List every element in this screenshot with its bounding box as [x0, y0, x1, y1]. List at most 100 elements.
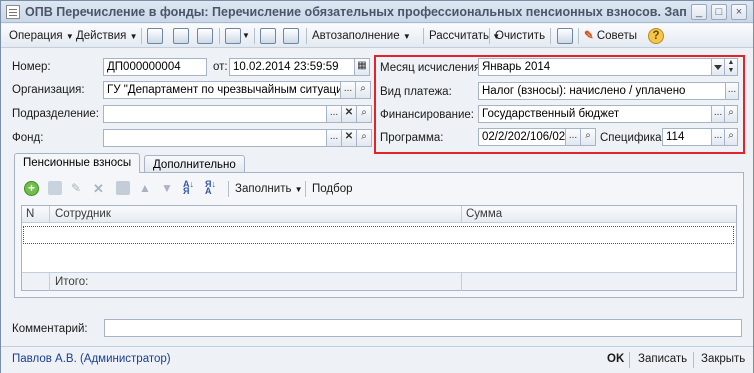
comment-field[interactable]: [104, 319, 742, 337]
calendar-icon[interactable]: ▦: [354, 58, 370, 76]
based-on-icon[interactable]: [225, 28, 241, 44]
table-row[interactable]: [23, 226, 734, 244]
clear-icon[interactable]: ✕: [341, 129, 357, 147]
open-search-icon[interactable]: ⌕: [356, 105, 372, 123]
financing-field[interactable]: Государственный бюджет: [478, 105, 712, 123]
end-edit-icon[interactable]: [116, 181, 130, 195]
chevron-down-icon: [714, 65, 722, 70]
move-down-icon[interactable]: ▼: [161, 181, 175, 195]
dropdown-button[interactable]: [711, 58, 725, 76]
open-search-icon[interactable]: ⌕: [580, 128, 596, 146]
select-button[interactable]: Подбор: [312, 183, 353, 195]
select-ellipsis-button[interactable]: ...: [711, 105, 725, 123]
current-user-link[interactable]: Павлов А.В. (Администратор): [12, 353, 171, 365]
open-search-icon[interactable]: ⌕: [355, 81, 371, 99]
actions-menu[interactable]: Действия ▼: [76, 27, 138, 45]
payment-type-field[interactable]: Налог (взносы): начислено / уплачено: [478, 82, 726, 100]
month-select[interactable]: Январь 2014: [478, 58, 712, 76]
open-search-icon[interactable]: ⌕: [724, 105, 738, 123]
chevron-down-icon[interactable]: ▼: [242, 27, 250, 45]
toolbar-divider: [489, 28, 490, 44]
close-button[interactable]: ×: [731, 4, 747, 20]
column-divider: [49, 206, 50, 223]
operation-menu-label: Операция: [9, 30, 63, 42]
status-divider: [693, 352, 694, 368]
chevron-down-icon: ▼: [402, 32, 411, 41]
clear-icon[interactable]: ✕: [341, 105, 357, 123]
payment-type-label: Вид платежа:: [380, 86, 452, 98]
document-window: ОПВ Перечисление в фонды: Перечисление о…: [0, 0, 754, 373]
toolbar: Операция ▼ Действия ▼ ▼ Автозаполнение ▼…: [1, 24, 753, 48]
save-button[interactable]: Записать: [638, 353, 687, 365]
move-up-icon[interactable]: ▲: [139, 181, 153, 195]
refresh-icon[interactable]: [197, 28, 213, 44]
month-label: Месяц исчисления:: [380, 62, 484, 74]
title-bar: ОПВ Перечисление в фонды: Перечисление о…: [1, 1, 753, 23]
window-title: ОПВ Перечисление в фонды: Перечисление о…: [25, 5, 687, 19]
autofill-menu[interactable]: Автозаполнение ▼: [312, 27, 411, 45]
tips-label: Советы: [596, 30, 638, 42]
month-spinner[interactable]: ▲ ▼: [724, 58, 738, 76]
comment-label: Комментарий:: [12, 323, 88, 335]
column-header-employee[interactable]: Сотрудник: [55, 208, 111, 220]
number-field[interactable]: ДП000000004: [103, 58, 207, 76]
delete-icon[interactable]: ✕: [93, 181, 107, 196]
organization-field[interactable]: ГУ "Департамент по чрезвычайным ситуация: [103, 81, 341, 99]
select-ellipsis-button[interactable]: ...: [711, 128, 725, 146]
organization-label: Организация:: [12, 84, 85, 96]
grid-toolbar-divider: [228, 181, 229, 197]
maximize-button[interactable]: □: [711, 4, 727, 20]
tab-pension-contributions[interactable]: Пенсионные взносы: [14, 153, 141, 173]
select-ellipsis-button[interactable]: ...: [340, 81, 356, 99]
fill-menu-label: Заполнить: [235, 183, 292, 195]
fill-menu[interactable]: Заполнить ▼: [235, 183, 303, 195]
post-document-icon[interactable]: [147, 28, 163, 44]
column-header-n[interactable]: N: [26, 208, 34, 220]
close-form-button[interactable]: Закрыть: [701, 353, 745, 365]
select-ellipsis-button[interactable]: ...: [725, 82, 739, 100]
edit-icon[interactable]: ✎: [71, 181, 85, 195]
toolbar-divider: [254, 28, 255, 44]
print-icon[interactable]: [557, 28, 573, 44]
program-label: Программа:: [380, 132, 444, 144]
date-field[interactable]: 10.02.2014 23:59:59: [229, 58, 355, 76]
toolbar-divider: [550, 28, 551, 44]
ok-button[interactable]: OK: [607, 353, 624, 365]
total-label: Итого:: [55, 276, 89, 288]
hierarchy-icon[interactable]: [283, 28, 299, 44]
pension-contributions-table[interactable]: N Сотрудник Сумма Итого:: [21, 205, 737, 291]
status-bar: Павлов А.В. (Администратор) OK Записать …: [1, 346, 753, 373]
copy-row-icon[interactable]: [48, 181, 62, 195]
document-icon: [6, 5, 20, 19]
program-field[interactable]: 02/2/202/106/02: [478, 128, 566, 146]
open-search-icon[interactable]: ⌕: [724, 128, 738, 146]
table-header: N Сотрудник Сумма: [22, 206, 736, 223]
column-divider: [49, 273, 50, 291]
operation-menu[interactable]: Операция ▼: [9, 27, 74, 45]
select-ellipsis-button[interactable]: ...: [565, 128, 581, 146]
toolbar-divider: [306, 28, 307, 44]
clear-button[interactable]: Очистить: [495, 27, 545, 45]
toolbar-divider: [219, 28, 220, 44]
chevron-down-icon: ▼: [294, 185, 303, 194]
column-header-sum[interactable]: Сумма: [466, 208, 502, 220]
sort-ascending-icon[interactable]: A↓ Я: [183, 180, 197, 196]
chevron-down-icon: ▼: [65, 32, 74, 41]
toolbar-divider: [423, 28, 424, 44]
subdivision-field[interactable]: [103, 105, 327, 123]
fund-field[interactable]: [103, 129, 327, 147]
select-ellipsis-button[interactable]: ...: [326, 105, 342, 123]
structure-icon[interactable]: [260, 28, 276, 44]
add-row-icon[interactable]: +: [24, 181, 39, 196]
grid-toolbar-divider: [305, 181, 306, 197]
specifics-field[interactable]: 114: [662, 128, 712, 146]
sort-descending-icon[interactable]: Я↓ A: [205, 180, 219, 196]
minimize-button[interactable]: _: [691, 4, 707, 20]
tips-button[interactable]: ✎ Советы: [584, 27, 637, 45]
column-divider: [461, 206, 462, 223]
help-button[interactable]: ?: [648, 28, 664, 44]
open-search-icon[interactable]: ⌕: [356, 129, 372, 147]
specifics-label: Специфика:: [600, 132, 665, 144]
movements-icon[interactable]: [173, 28, 189, 44]
select-ellipsis-button[interactable]: ...: [326, 129, 342, 147]
